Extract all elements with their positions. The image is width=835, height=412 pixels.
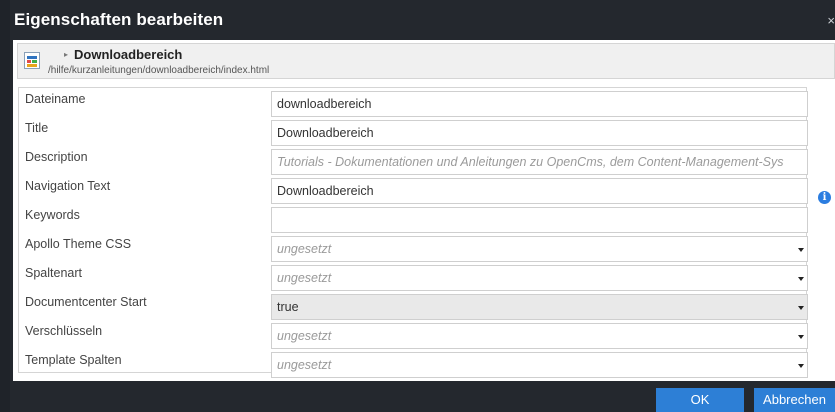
property-label: Dateiname (25, 92, 86, 106)
dateiname-input[interactable]: downloadbereich (271, 91, 808, 117)
page-icon (24, 52, 40, 69)
select-value: ungesetzt (277, 271, 332, 285)
resource-path: /hilfe/kurzanleitungen/downloadbereich/i… (48, 65, 270, 76)
select-value: ungesetzt (277, 329, 332, 343)
info-icon[interactable]: i (818, 191, 831, 204)
select-value: true (277, 300, 299, 314)
property-label: Navigation Text (25, 179, 111, 193)
property-label: Template Spalten (25, 353, 122, 367)
dialog-footer: OK Abbrechen (10, 381, 835, 412)
properties-dialog: Eigenschaften bearbeiten × ▸ Downloadber… (10, 0, 835, 412)
documentcenter-start-select[interactable]: true (271, 294, 808, 320)
property-label: Keywords (25, 208, 80, 222)
property-label: Apollo Theme CSS (25, 237, 132, 251)
resource-info-header: ▸ Downloadbereich /hilfe/kurzanleitungen… (17, 43, 835, 79)
chevron-down-icon[interactable] (798, 306, 804, 310)
chevron-down-icon[interactable] (798, 335, 804, 339)
property-label: Spaltenart (25, 266, 82, 280)
select-value: ungesetzt (277, 242, 332, 256)
property-row-documentcenter-start: Documentcenter Start true (19, 294, 808, 322)
navigation-text-input[interactable]: Downloadbereich (271, 178, 808, 204)
spaltenart-select[interactable]: ungesetzt (271, 265, 808, 291)
description-input[interactable]: Tutorials - Dokumentationen und Anleitun… (271, 149, 808, 175)
select-value: ungesetzt (277, 358, 332, 372)
dialog-title: Eigenschaften bearbeiten (14, 10, 224, 29)
property-row-dateiname: Dateiname downloadbereich (19, 91, 808, 119)
property-label: Title (25, 121, 49, 135)
properties-form: Dateiname downloadbereich Title Download… (18, 87, 808, 378)
property-row-template-spalten: Template Spalten ungesetzt (19, 352, 808, 380)
resource-title: Downloadbereich (74, 47, 183, 62)
verschluesseln-select[interactable]: ungesetzt (271, 323, 808, 349)
ok-button[interactable]: OK (656, 388, 744, 412)
property-label: Description (25, 150, 88, 164)
property-row-navigation-text: Navigation Text Downloadbereich (19, 178, 808, 206)
cancel-button[interactable]: Abbrechen (754, 388, 835, 412)
property-row-title: Title Downloadbereich (19, 120, 808, 148)
close-icon[interactable]: × (827, 13, 835, 28)
dialog-titlebar[interactable]: Eigenschaften bearbeiten × (10, 0, 835, 40)
property-row-description: Description Tutorials - Dokumentationen … (19, 149, 808, 177)
apollo-theme-css-select[interactable]: ungesetzt (271, 236, 808, 262)
property-label: Documentcenter Start (25, 295, 147, 309)
dialog-content: ▸ Downloadbereich /hilfe/kurzanleitungen… (13, 40, 835, 381)
property-row-keywords: Keywords (19, 207, 808, 235)
property-row-verschluesseln: Verschlüsseln ungesetzt (19, 323, 808, 351)
expand-arrow-icon[interactable]: ▸ (64, 50, 68, 59)
property-row-apollo-theme-css: Apollo Theme CSS ungesetzt (19, 236, 808, 264)
title-input[interactable]: Downloadbereich (271, 120, 808, 146)
chevron-down-icon[interactable] (798, 277, 804, 281)
chevron-down-icon[interactable] (798, 248, 804, 252)
chevron-down-icon[interactable] (798, 364, 804, 368)
property-label: Verschlüsseln (25, 324, 103, 338)
property-row-spaltenart: Spaltenart ungesetzt (19, 265, 808, 293)
template-spalten-select[interactable]: ungesetzt (271, 352, 808, 378)
keywords-input[interactable] (271, 207, 808, 233)
